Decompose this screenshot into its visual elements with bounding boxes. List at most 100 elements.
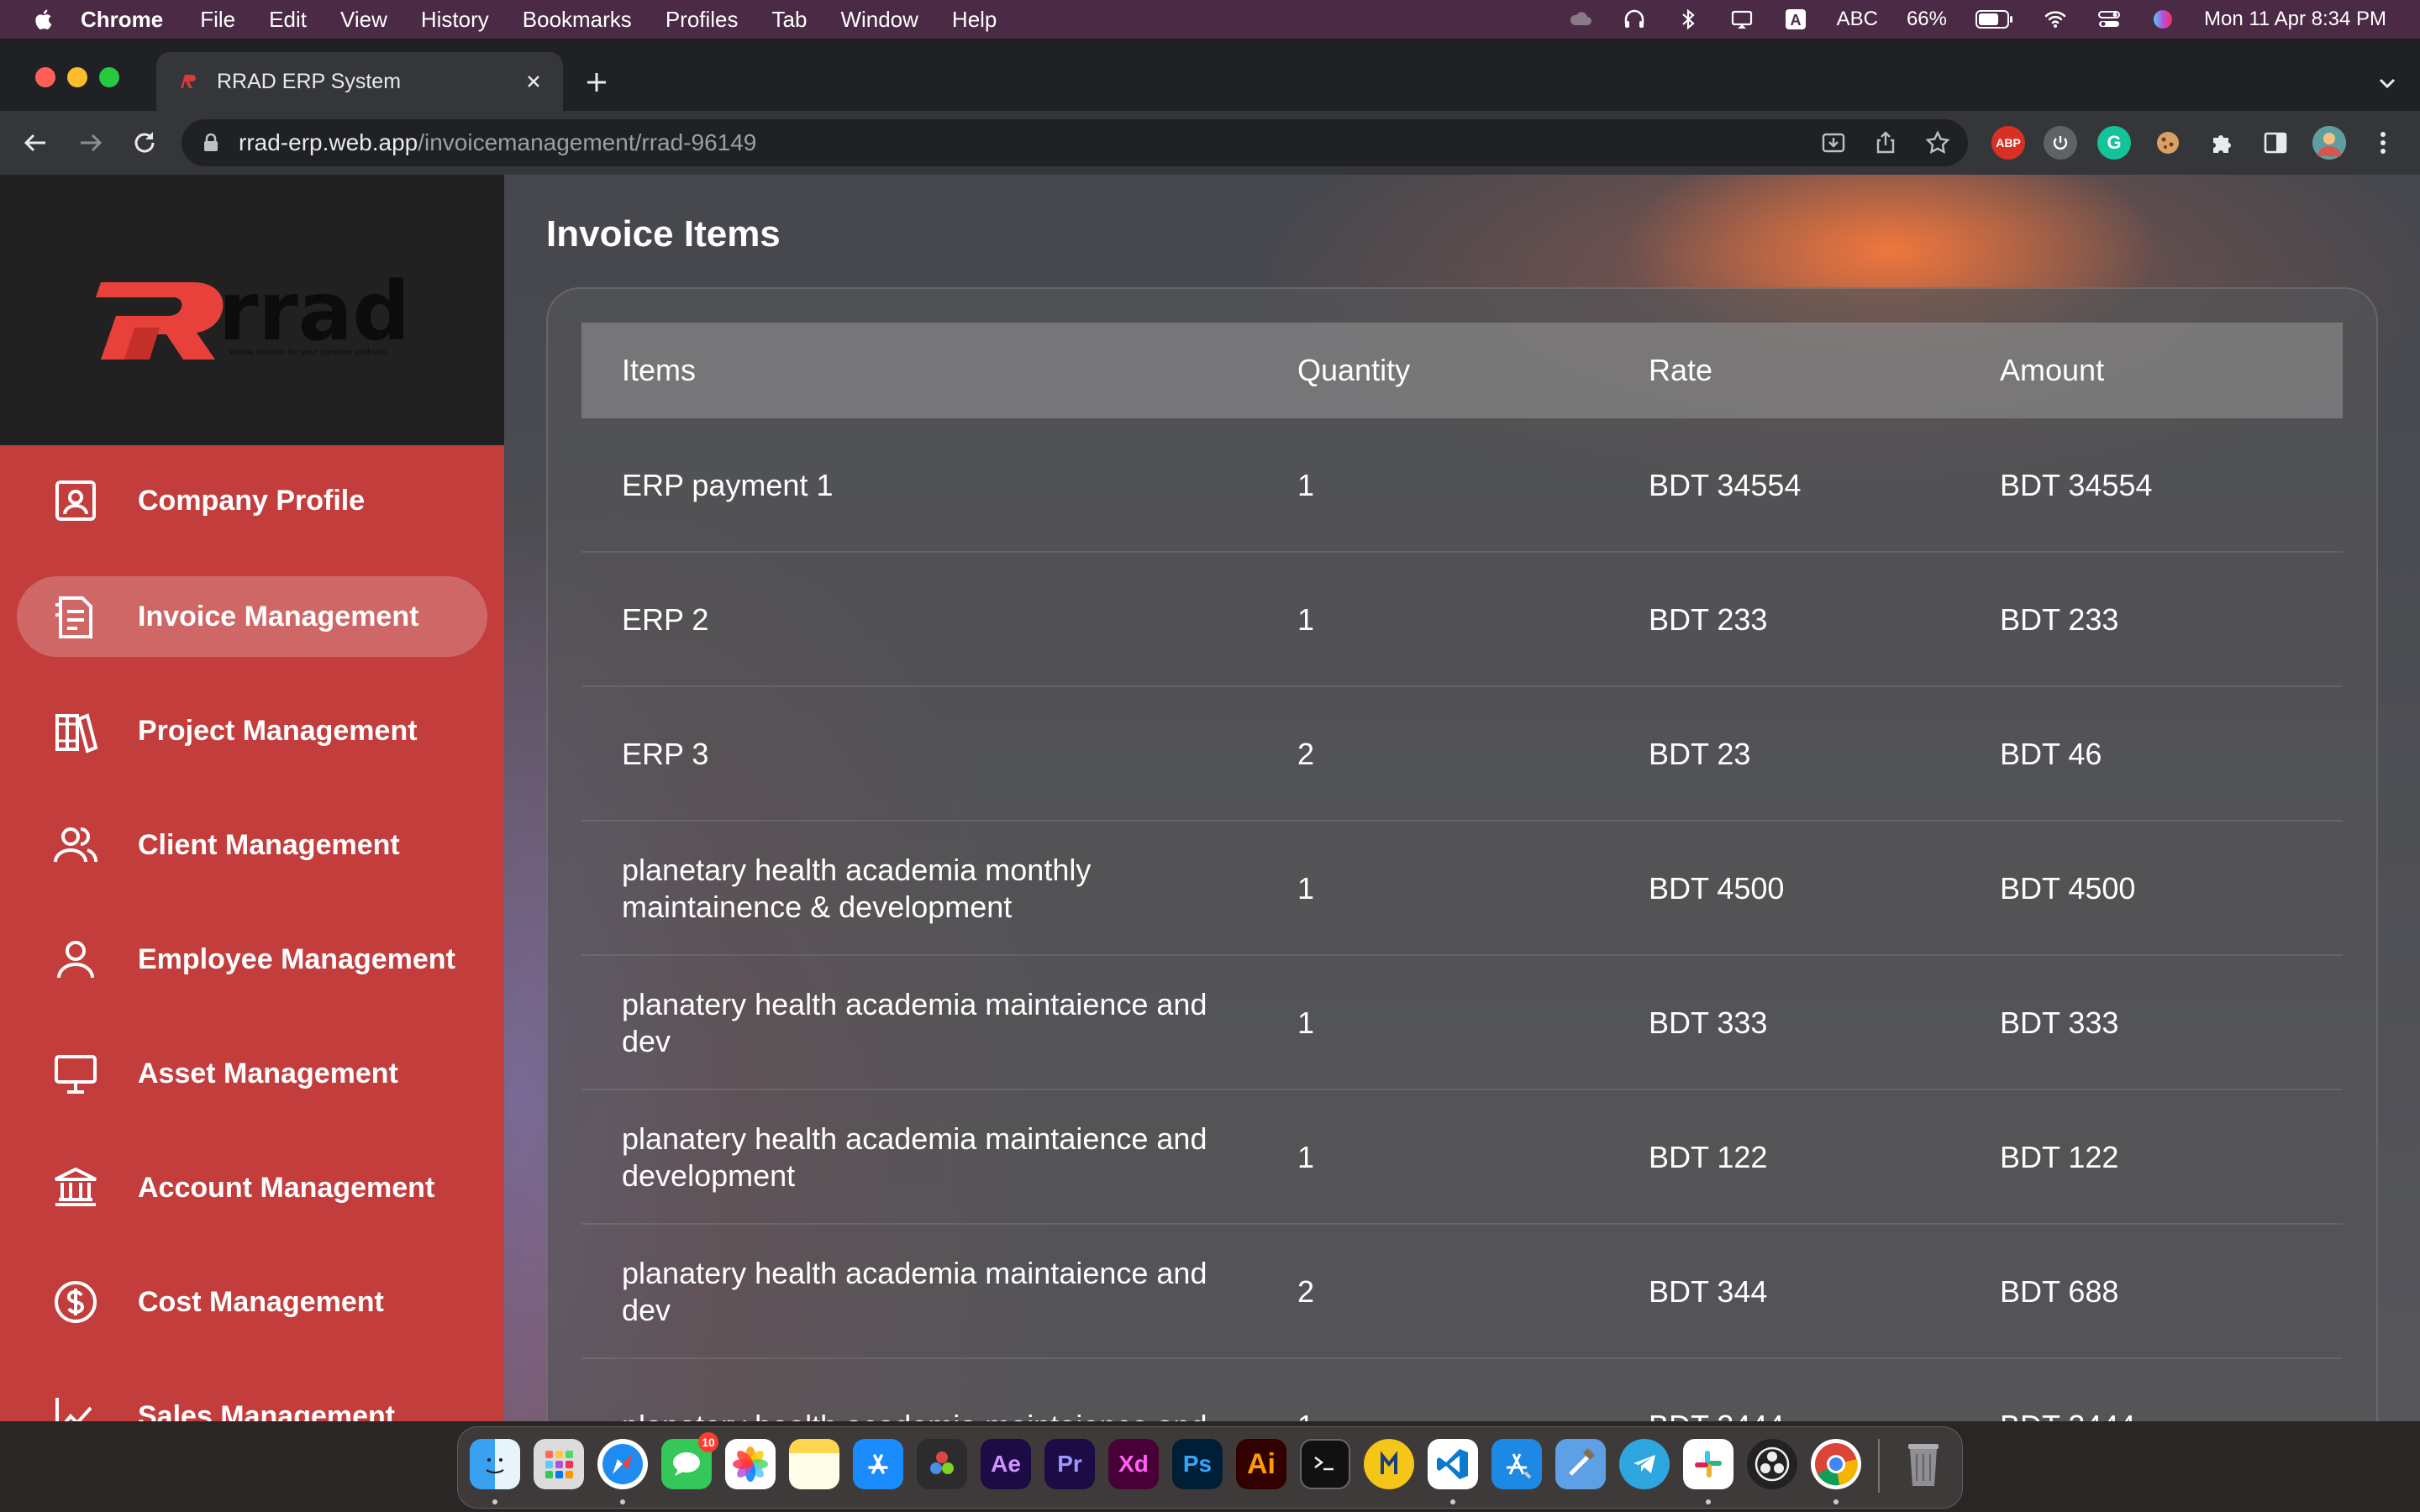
photos-icon[interactable] <box>725 1439 776 1489</box>
monitor-icon <box>55 1055 97 1094</box>
item-quantity: 1 <box>1297 1140 1315 1174</box>
sidebar-item-label: Client Management <box>138 828 400 861</box>
web-page: rrad simple solution for your complex pr… <box>0 175 2420 1421</box>
new-tab-icon[interactable] <box>583 69 610 96</box>
sidebar-item-project-management[interactable]: Project Management <box>17 690 487 771</box>
window-zoom-button[interactable] <box>99 67 119 87</box>
back-arrow-icon[interactable] <box>20 128 50 158</box>
wifi-icon[interactable] <box>2043 7 2068 32</box>
sidebar-item-sales-management[interactable]: Sales Management <box>17 1376 487 1421</box>
sidebar-item-client-management[interactable]: Client Management <box>17 805 487 885</box>
chrome-running-dot <box>1833 1499 1839 1504</box>
column-header-quantity: Quantity <box>1297 353 1411 387</box>
marker-app-icon[interactable] <box>1364 1439 1414 1489</box>
vscode-icon[interactable] <box>1428 1439 1478 1489</box>
reload-icon[interactable] <box>129 128 160 158</box>
bookmark-star-icon[interactable] <box>1924 129 1951 156</box>
item-amount: BDT 4500 <box>2000 871 2136 906</box>
simulator-icon[interactable] <box>1555 1439 1606 1489</box>
table-row: ERP 2 1 BDT 233 BDT 233 <box>581 553 2343 687</box>
chrome-menu-icon[interactable] <box>2366 126 2400 160</box>
menu-history[interactable]: History <box>421 7 489 33</box>
forward-arrow-icon[interactable] <box>76 128 106 158</box>
address-bar[interactable]: rrad-erp.web.app/invoicemanagement/rrad-… <box>182 119 1968 166</box>
item-name: ERP 2 <box>622 602 709 637</box>
profile-avatar[interactable] <box>2312 126 2346 160</box>
sidebar-item-label: Account Management <box>138 1171 435 1204</box>
davinci-resolve-icon[interactable] <box>917 1439 967 1489</box>
sidebar-item-account-management[interactable]: Account Management <box>17 1147 487 1228</box>
menu-window[interactable]: Window <box>840 7 918 33</box>
tab-close-icon[interactable] <box>523 71 544 92</box>
sidebar-item-invoice-management[interactable]: Invoice Management <box>17 576 487 657</box>
side-panel-icon[interactable] <box>2259 126 2292 160</box>
battery-icon[interactable] <box>1975 9 2014 29</box>
item-rate: BDT 3444 <box>1649 1359 1951 1421</box>
telegram-icon[interactable] <box>1619 1439 1670 1489</box>
cookie-extension-icon[interactable] <box>2151 126 2185 160</box>
user-square-icon <box>55 480 96 521</box>
column-header-amount: Amount <box>2000 353 2105 387</box>
siri-icon[interactable] <box>2150 7 2175 32</box>
xcode-icon[interactable] <box>1491 1439 1542 1489</box>
menu-file[interactable]: File <box>200 7 235 33</box>
launchpad-icon[interactable] <box>534 1439 584 1489</box>
macos-dock: 10 Ae Pr Xd Ps Ai <box>457 1426 1963 1509</box>
terminal-icon[interactable] <box>1300 1439 1350 1489</box>
menu-app-name[interactable]: Chrome <box>81 7 163 33</box>
sidebar-item-employee-management[interactable]: Employee Management <box>17 919 487 1000</box>
item-quantity: 1 <box>1297 468 1315 502</box>
app-store-icon[interactable] <box>853 1439 903 1489</box>
illustrator-icon[interactable]: Ai <box>1236 1439 1286 1489</box>
input-source-icon[interactable]: A <box>1783 7 1808 32</box>
finder-icon[interactable] <box>470 1439 520 1489</box>
status-area: A ABC 66% Mon 11 Apr 8:34 PM <box>1568 0 2386 39</box>
sidebar-item-asset-management[interactable]: Asset Management <box>17 1033 487 1114</box>
sidebar-item-label: Asset Management <box>138 1057 398 1089</box>
lock-icon[interactable] <box>200 132 222 154</box>
adblock-extension-icon[interactable]: ABP <box>1991 126 2025 160</box>
sidebar-item-label: Company Profile <box>138 484 366 517</box>
safari-icon[interactable] <box>597 1439 648 1489</box>
item-amount: BDT 333 <box>2000 1005 2119 1040</box>
power-extension-icon[interactable] <box>2044 126 2077 160</box>
after-effects-icon[interactable]: Ae <box>981 1439 1031 1489</box>
menu-help[interactable]: Help <box>952 7 997 33</box>
window-close-button[interactable] <box>35 67 55 87</box>
chrome-icon[interactable] <box>1811 1439 1861 1489</box>
screen-mirroring-icon[interactable] <box>1729 7 1754 32</box>
extensions-puzzle-icon[interactable] <box>2205 126 2238 160</box>
messages-icon[interactable]: 10 <box>661 1432 718 1489</box>
share-icon[interactable] <box>1872 129 1899 156</box>
browser-tab[interactable]: RRAD ERP System <box>156 52 563 111</box>
tab-search-chevron-icon[interactable] <box>2376 72 2398 94</box>
bluetooth-icon[interactable] <box>1676 7 1701 32</box>
clock[interactable]: Mon 11 Apr 8:34 PM <box>2204 8 2386 31</box>
notes-icon[interactable] <box>789 1439 839 1489</box>
install-app-icon[interactable] <box>1820 129 1847 156</box>
menu-edit[interactable]: Edit <box>269 7 307 33</box>
menu-bookmarks[interactable]: Bookmarks <box>523 7 632 33</box>
item-amount: BDT 34554 <box>2000 468 2153 502</box>
sidebar-item-cost-management[interactable]: Cost Management <box>17 1262 487 1342</box>
headphones-icon[interactable] <box>1622 7 1647 32</box>
rrad-logo[interactable]: rrad simple solution for your complex pr… <box>84 255 420 365</box>
photoshop-icon[interactable]: Ps <box>1172 1439 1223 1489</box>
messages-badge: 10 <box>698 1432 718 1452</box>
xd-icon[interactable]: Xd <box>1108 1439 1159 1489</box>
apple-menu-icon[interactable] <box>34 8 52 30</box>
control-center-icon[interactable] <box>2096 7 2122 32</box>
menu-view[interactable]: View <box>340 7 387 33</box>
cloud-icon[interactable] <box>1568 7 1593 32</box>
premiere-pro-icon[interactable]: Pr <box>1044 1439 1095 1489</box>
item-name: planatery health academia maintaience an… <box>622 987 1207 1058</box>
trash-icon[interactable] <box>1898 1439 1949 1489</box>
grammarly-extension-icon[interactable]: G <box>2097 126 2131 160</box>
menu-profiles[interactable]: Profiles <box>666 7 739 33</box>
sidebar-item-company-profile[interactable]: Company Profile <box>17 460 487 541</box>
obs-icon[interactable] <box>1747 1439 1797 1489</box>
slack-icon[interactable] <box>1683 1439 1733 1489</box>
item-quantity: 1 <box>1297 602 1315 637</box>
menu-tab[interactable]: Tab <box>772 7 808 33</box>
window-minimize-button[interactable] <box>67 67 87 87</box>
